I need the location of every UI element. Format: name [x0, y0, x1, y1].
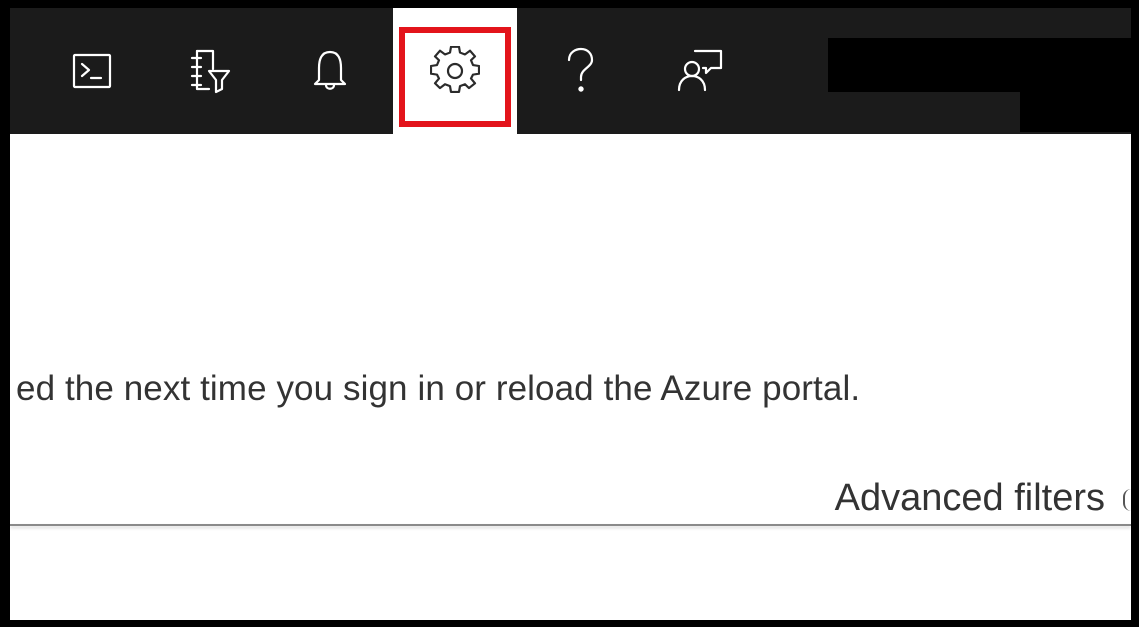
- cloud-shell-button[interactable]: [32, 8, 152, 134]
- frame-border-right: [1131, 0, 1139, 627]
- frame-border-top: [0, 0, 1139, 8]
- redacted-account-area-lower: [1020, 92, 1139, 132]
- section-divider: [10, 524, 1131, 526]
- directory-filter-button[interactable]: [150, 8, 270, 134]
- cloud-shell-icon: [72, 53, 112, 89]
- help-button[interactable]: [520, 8, 640, 134]
- advanced-filters-link[interactable]: Advanced filters: [835, 477, 1105, 520]
- redacted-account-area: [828, 38, 1139, 92]
- screenshot-frame: ed the next time you sign in or reload t…: [0, 0, 1139, 627]
- reload-notice-text: ed the next time you sign in or reload t…: [16, 369, 861, 408]
- settings-button[interactable]: [393, 8, 517, 134]
- directory-filter-icon: [190, 49, 231, 94]
- help-icon: [567, 47, 594, 92]
- advanced-filters-chevron-icon: [1123, 489, 1131, 511]
- portal-top-bar: [10, 8, 1139, 134]
- settings-icon: [430, 46, 480, 93]
- settings-content-panel: ed the next time you sign in or reload t…: [10, 134, 1131, 620]
- notifications-button[interactable]: [270, 8, 390, 134]
- frame-border-bottom: [0, 620, 1139, 627]
- frame-border-left: [0, 0, 10, 627]
- feedback-icon: [677, 49, 723, 92]
- feedback-button[interactable]: [640, 8, 760, 134]
- notifications-icon: [313, 50, 347, 90]
